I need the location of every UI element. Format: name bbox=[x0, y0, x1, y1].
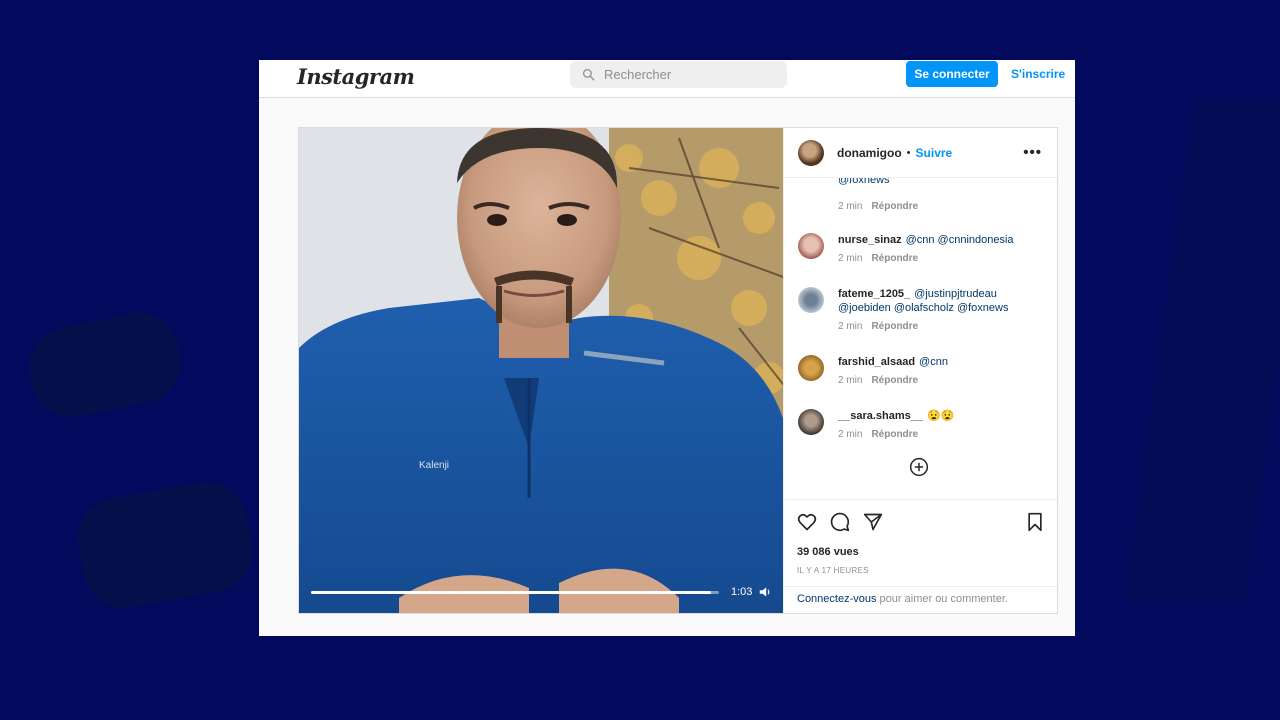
comment-time: 2 min bbox=[838, 253, 863, 264]
post-actions: 39 086 vues IL Y A 17 HEURES Connectez-v… bbox=[784, 499, 1057, 610]
share-icon[interactable] bbox=[863, 512, 883, 532]
background-shape bbox=[71, 476, 259, 614]
avatar[interactable] bbox=[798, 409, 824, 435]
more-icon[interactable]: ••• bbox=[1023, 144, 1042, 161]
comment-username[interactable]: farshid_alsaad bbox=[838, 356, 915, 368]
login-button[interactable]: Se connecter bbox=[906, 61, 998, 87]
search-input[interactable] bbox=[604, 67, 764, 82]
reply-button[interactable]: Répondre bbox=[871, 375, 918, 386]
reply-button[interactable]: Répondre bbox=[871, 253, 918, 264]
video-time: 1:03 bbox=[731, 586, 753, 598]
signup-link[interactable]: S'inscrire bbox=[1011, 67, 1065, 81]
separator-dot: • bbox=[906, 146, 911, 159]
instagram-logo[interactable]: Instagram bbox=[297, 64, 415, 89]
post-card: Kalenji 1:03 donamigoo • Suivre ••• @fox… bbox=[298, 127, 1058, 614]
video-frame: Kalenji bbox=[299, 128, 783, 613]
comment-username[interactable]: nurse_sinaz bbox=[838, 234, 902, 246]
comment-username[interactable]: __sara.shams__ bbox=[838, 410, 923, 422]
post-header: donamigoo • Suivre ••• bbox=[784, 128, 1057, 178]
view-count: 39 086 vues bbox=[797, 546, 859, 558]
comment-time: 2 min bbox=[838, 321, 863, 332]
comments-list[interactable]: @foxnews 2 min Répondre nurse_sinaz @cnn @… bbox=[784, 178, 1057, 499]
comment-time: 2 min bbox=[838, 201, 863, 212]
comment-icon[interactable] bbox=[830, 512, 850, 532]
comment-item: fateme_1205_ @justinpjtrudeau @joebiden @… bbox=[798, 287, 1043, 355]
login-prompt: Connectez-vous pour aimer ou commenter. bbox=[784, 586, 1057, 610]
comment-text[interactable]: @cnn @cnnindonesia bbox=[906, 234, 1014, 246]
comment-item: __sara.shams__ 😧😧 2 min Répondre bbox=[798, 409, 1043, 463]
comment-item: farshid_alsaad @cnn 2 min Répondre bbox=[798, 355, 1043, 409]
avatar[interactable] bbox=[798, 139, 824, 166]
comment-username[interactable]: fateme_1205_ bbox=[838, 288, 910, 300]
avatar[interactable] bbox=[798, 233, 824, 259]
comment-text[interactable]: @cnn bbox=[919, 356, 948, 368]
comment-text: 😧😧 bbox=[927, 410, 955, 422]
background-shape bbox=[22, 305, 188, 425]
avatar[interactable] bbox=[798, 355, 824, 381]
reply-button[interactable]: Répondre bbox=[871, 321, 918, 332]
top-nav: Instagram Se connecter S'inscrire bbox=[259, 60, 1075, 98]
comment-time: 2 min bbox=[838, 375, 863, 386]
comment-mention[interactable]: @foxnews bbox=[838, 178, 890, 186]
post-username[interactable]: donamigoo bbox=[837, 146, 902, 160]
bookmark-icon[interactable] bbox=[1026, 512, 1044, 532]
add-comment-icon[interactable] bbox=[909, 457, 929, 477]
comment-item: nurse_sinaz @cnn @cnnindonesia 2 min Répon… bbox=[798, 233, 1043, 287]
post-sidebar: donamigoo • Suivre ••• @foxnews 2 min Rép… bbox=[783, 128, 1057, 613]
video-player[interactable]: Kalenji 1:03 bbox=[299, 128, 783, 613]
background-shape bbox=[1124, 100, 1280, 600]
login-prompt-text: pour aimer ou commenter. bbox=[876, 593, 1008, 605]
comment-time: 2 min bbox=[838, 429, 863, 440]
video-progress-fill bbox=[311, 591, 711, 594]
search-box[interactable] bbox=[570, 61, 787, 88]
reply-button[interactable]: Répondre bbox=[871, 201, 918, 212]
volume-icon[interactable] bbox=[758, 585, 772, 599]
svg-text:Kalenji: Kalenji bbox=[419, 460, 449, 471]
video-progress-bar[interactable] bbox=[311, 591, 719, 594]
comment-fragment: @foxnews 2 min Répondre bbox=[798, 178, 1043, 233]
heart-icon[interactable] bbox=[797, 512, 817, 532]
post-timestamp[interactable]: IL Y A 17 HEURES bbox=[797, 566, 869, 575]
follow-button[interactable]: Suivre bbox=[916, 146, 953, 160]
search-icon bbox=[582, 68, 595, 81]
reply-button[interactable]: Répondre bbox=[871, 429, 918, 440]
avatar[interactable] bbox=[798, 287, 824, 313]
login-link[interactable]: Connectez-vous bbox=[797, 593, 877, 605]
browser-frame: Instagram Se connecter S'inscrire bbox=[259, 60, 1075, 636]
